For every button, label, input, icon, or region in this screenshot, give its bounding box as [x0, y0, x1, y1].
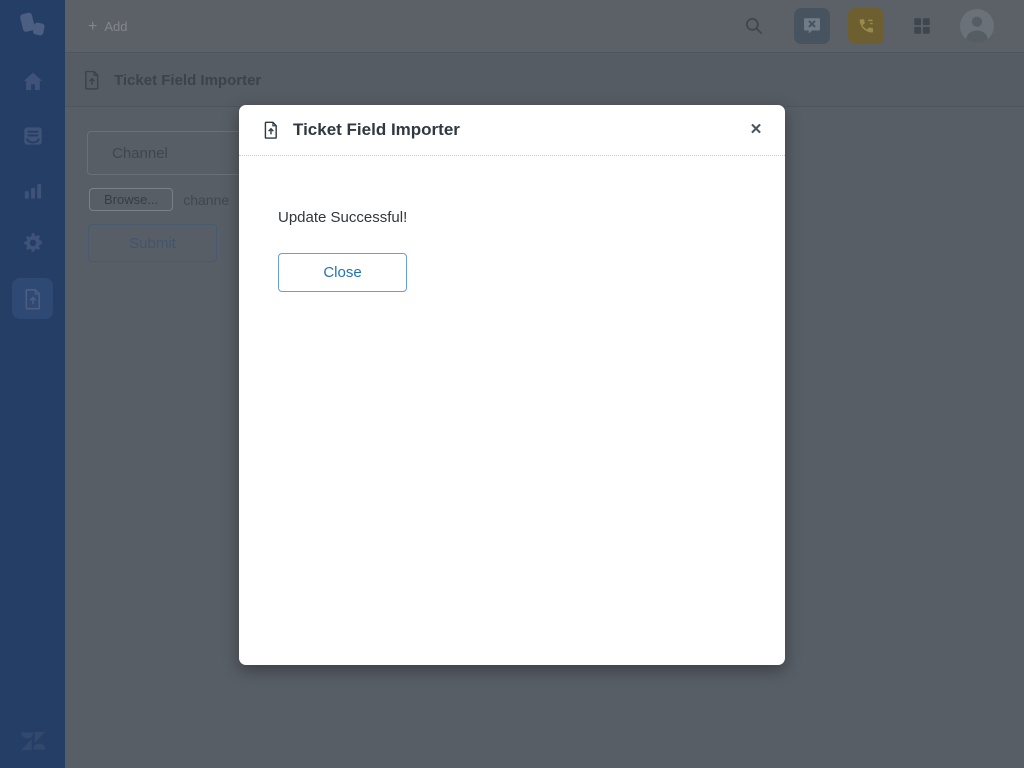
- chat-icon: [801, 15, 823, 37]
- file-upload-icon: [81, 68, 103, 92]
- file-name-label: channe: [183, 192, 229, 208]
- file-input-row: Browse... channe: [89, 188, 229, 211]
- ticket-field-importer-modal: Ticket Field Importer ✕ Update Successfu…: [239, 105, 785, 665]
- top-nav-bar: + Add: [65, 0, 1024, 53]
- submit-button[interactable]: Submit: [88, 224, 217, 262]
- chat-button[interactable]: [794, 8, 830, 44]
- sidebar-item-views[interactable]: [0, 122, 65, 150]
- close-icon[interactable]: ✕: [744, 118, 768, 142]
- browse-button[interactable]: Browse...: [89, 188, 173, 211]
- phone-icon: [855, 15, 877, 37]
- status-message: Update Successful!: [278, 209, 746, 226]
- app-logo-icon[interactable]: [14, 8, 50, 44]
- channel-select-value: Channel: [112, 145, 168, 162]
- avatar[interactable]: [960, 9, 994, 43]
- search-icon[interactable]: [743, 15, 765, 37]
- modal-header: Ticket Field Importer ✕: [239, 105, 785, 156]
- sidebar-item-home[interactable]: [0, 68, 65, 96]
- phone-button[interactable]: [848, 8, 884, 44]
- file-upload-icon: [21, 287, 45, 311]
- sidebar: [0, 0, 65, 768]
- zendesk-logo-icon: [18, 726, 48, 756]
- gear-icon: [20, 231, 46, 257]
- sidebar-item-ticket-field-importer[interactable]: [12, 278, 53, 319]
- bar-chart-icon: [20, 177, 46, 203]
- add-tab[interactable]: + Add: [88, 0, 127, 53]
- home-icon: [20, 69, 46, 95]
- views-icon: [20, 123, 46, 149]
- add-tab-label: Add: [104, 19, 127, 34]
- sidebar-item-reports[interactable]: [0, 176, 65, 204]
- modal-body: Update Successful! Close: [239, 156, 785, 292]
- sidebar-item-settings[interactable]: [0, 230, 65, 258]
- file-upload-icon: [261, 119, 281, 141]
- apps-grid-icon[interactable]: [911, 15, 933, 37]
- app-window: + Add: [0, 0, 1024, 768]
- close-button[interactable]: Close: [278, 253, 407, 292]
- page-title: Ticket Field Importer: [114, 72, 261, 89]
- page-header: Ticket Field Importer: [65, 54, 1024, 107]
- modal-title: Ticket Field Importer: [293, 120, 460, 140]
- plus-icon: +: [88, 19, 97, 35]
